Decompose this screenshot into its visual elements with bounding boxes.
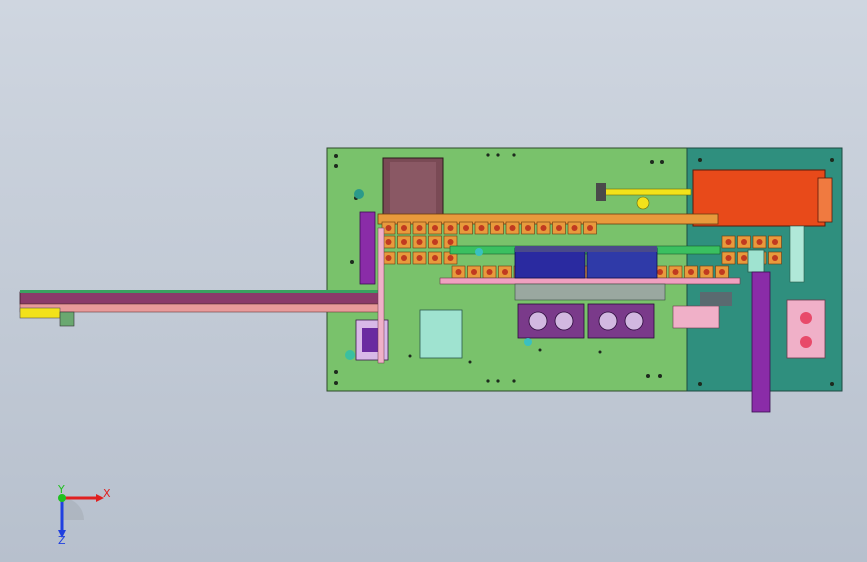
carrier-pin <box>741 255 747 261</box>
carrier-pin <box>385 255 392 261</box>
pink-block-hole-2 <box>800 336 812 348</box>
carrier-pin <box>486 269 493 275</box>
slide-carriage-1[interactable] <box>514 247 586 279</box>
carrier-pin <box>385 239 392 245</box>
carrier-pin <box>416 255 423 261</box>
carrier-pin <box>772 239 778 245</box>
axis-y-label: Y <box>57 483 65 496</box>
carrier-pin <box>502 269 508 275</box>
right-mint-column[interactable] <box>747 249 765 273</box>
carrier-pin <box>385 225 392 231</box>
carrier-pin <box>587 225 593 231</box>
motor-housing-inner <box>390 162 436 214</box>
carrier-pin <box>401 239 407 245</box>
carrier-pin <box>401 225 407 231</box>
carrier-pin <box>772 255 778 261</box>
carrier-pin <box>525 225 531 231</box>
carrier-pin <box>741 239 747 245</box>
right-vertical-rail <box>789 225 805 283</box>
yellow-rod[interactable] <box>602 188 692 196</box>
orange-cover-flange <box>817 177 833 223</box>
gripper-block-1[interactable] <box>517 303 585 339</box>
carrier-pin <box>455 269 462 275</box>
carrier-pin <box>416 225 423 231</box>
sensor-2 <box>524 338 532 346</box>
carrier-pin <box>556 225 562 231</box>
gripper-block-2[interactable] <box>587 303 655 339</box>
feed-track-lower-rail <box>19 303 381 313</box>
carrier-pin <box>688 269 694 275</box>
carrier-pin <box>432 225 438 231</box>
axis-z-label: Z <box>58 534 66 547</box>
carrier-pin <box>509 225 516 231</box>
carrier-pin <box>416 239 423 245</box>
feed-track-end-bracket <box>19 307 61 319</box>
sensor-1 <box>475 248 483 256</box>
carrier-pin <box>447 225 454 231</box>
pink-block-hole-1 <box>800 312 812 324</box>
slide-carriage-2[interactable] <box>586 247 658 279</box>
carrier-pin <box>725 255 732 261</box>
mechanism-rail <box>514 283 666 301</box>
cad-viewport[interactable]: X Y Z <box>0 0 867 562</box>
assembly-model[interactable]: X Y Z <box>0 0 867 562</box>
carrier-pin <box>471 269 477 275</box>
carrier-pin <box>447 239 454 245</box>
carrier-pin <box>756 239 763 245</box>
feed-track-end-block <box>59 311 75 327</box>
carrier-pin <box>672 269 679 275</box>
axis-x-label: X <box>103 487 111 500</box>
carrier-pin <box>478 225 485 231</box>
pink-block-right[interactable] <box>786 299 826 359</box>
feed-track-rail[interactable] <box>19 291 381 305</box>
carrier-pin <box>725 239 732 245</box>
slide-carriage-header <box>515 246 657 252</box>
gray-clamp <box>700 292 732 306</box>
carrier-pin <box>432 255 438 261</box>
rod-end-knob <box>636 196 650 210</box>
carrier-pin <box>432 239 438 245</box>
carrier-pin <box>463 225 469 231</box>
axis-triad <box>58 494 104 538</box>
sensor-3 <box>354 189 364 199</box>
carrier-pin <box>719 269 725 275</box>
rod-clamp <box>596 183 606 201</box>
right-purple-column[interactable] <box>751 271 771 413</box>
feed-track-top-strip <box>20 290 380 293</box>
carrier-pin <box>401 255 407 261</box>
carrier-pin <box>447 255 454 261</box>
carrier-pin <box>494 225 500 231</box>
fixture-left-sensor <box>345 350 355 360</box>
cylinder-left[interactable] <box>359 211 376 285</box>
vertical-post <box>377 227 385 364</box>
carrier-pin <box>540 225 547 231</box>
carrier-pin <box>703 269 710 275</box>
carrier-pin <box>571 225 578 231</box>
carrier-pin <box>657 269 663 275</box>
pink-plate <box>672 305 720 329</box>
mint-block[interactable] <box>419 309 463 359</box>
center-lower-guide <box>439 277 741 285</box>
